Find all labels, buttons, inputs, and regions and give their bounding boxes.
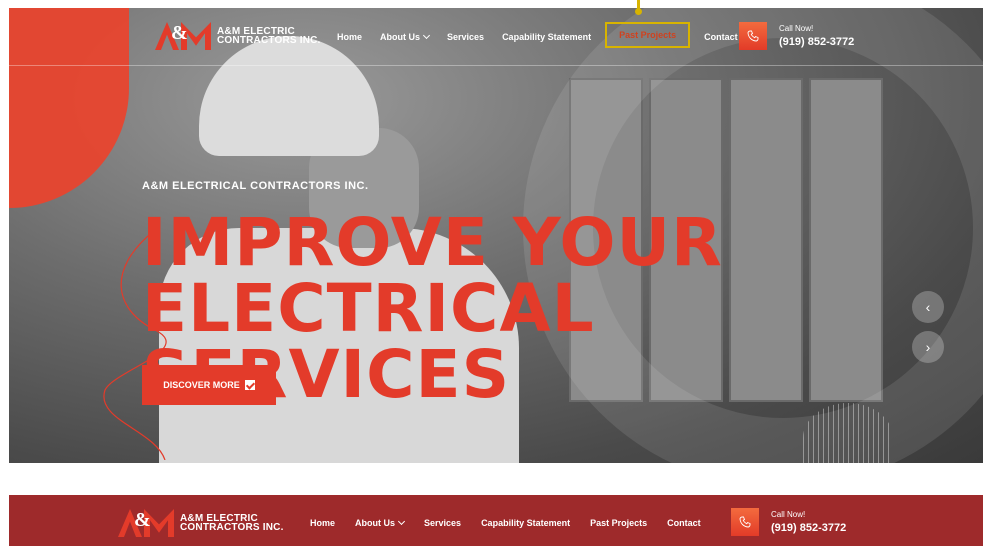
check-icon: [244, 380, 255, 390]
sticky-nav-home[interactable]: Home: [310, 518, 335, 528]
phone-icon: [731, 508, 759, 536]
chevron-left-icon: ‹: [925, 299, 931, 315]
logo-mark-icon: &: [118, 505, 176, 541]
logo-line2: CONTRACTORS INC.: [180, 522, 284, 533]
hero-eyebrow: A&M ELECTRICAL CONTRACTORS INC.: [142, 180, 369, 192]
logo-text: A&M ELECTRIC CONTRACTORS INC.: [180, 514, 284, 533]
call-text: Call Now! (919) 852-3772: [771, 510, 846, 534]
sticky-nav-capability-statement[interactable]: Capability Statement: [481, 518, 570, 528]
sticky-site-logo[interactable]: & A&M ELECTRIC CONTRACTORS INC.: [118, 505, 284, 541]
slider-prev-button[interactable]: ‹: [912, 291, 944, 323]
cta-label: DISCOVER MORE: [163, 380, 240, 390]
sticky-call-now[interactable]: Call Now! (919) 852-3772: [731, 508, 846, 536]
sticky-nav-about-us[interactable]: About Us: [355, 518, 404, 528]
discover-more-button[interactable]: DISCOVER MORE: [142, 365, 276, 405]
call-label: Call Now!: [771, 510, 806, 519]
slider-next-button[interactable]: ›: [912, 331, 944, 363]
headline-line1: IMPROVE YOUR: [142, 204, 723, 281]
sticky-nav-past-projects[interactable]: Past Projects: [590, 518, 647, 528]
sticky-header-nav: & A&M ELECTRIC CONTRACTORS INC. Home Abo…: [0, 0, 983, 537]
phone-number[interactable]: (919) 852-3772: [771, 522, 846, 534]
sticky-nav-contact[interactable]: Contact: [667, 518, 701, 528]
sticky-nav-services[interactable]: Services: [424, 518, 461, 528]
sticky-main-menu: Home About Us Services Capability Statem…: [310, 518, 721, 528]
chevron-right-icon: ›: [925, 339, 931, 355]
